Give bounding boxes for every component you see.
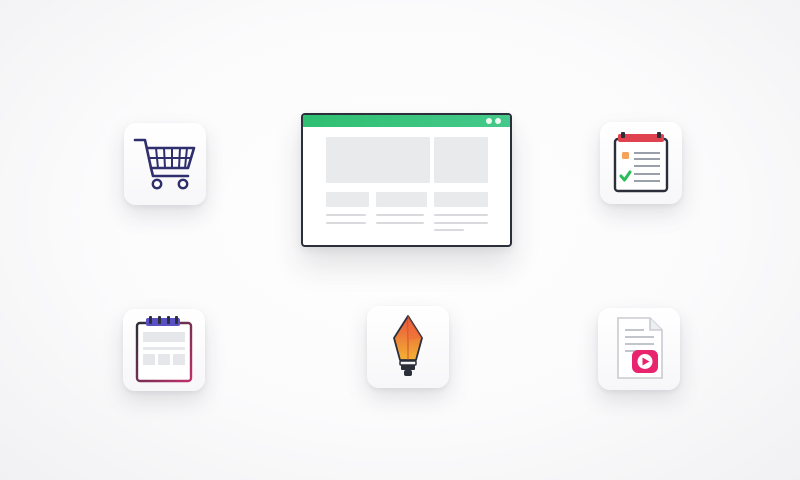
text-line [326, 214, 366, 216]
window-title-bar [303, 115, 510, 127]
text-line [326, 222, 366, 224]
notepad-tile[interactable] [123, 309, 205, 391]
checklist-clipboard-icon [613, 132, 669, 193]
text-line [434, 222, 488, 224]
card-placeholder [326, 192, 369, 207]
notepad-icon [135, 316, 193, 383]
text-line [434, 229, 464, 231]
video-document-icon [617, 317, 663, 379]
text-line [376, 214, 424, 216]
shopping-cart-icon [133, 138, 196, 190]
side-image-placeholder [434, 137, 488, 183]
checklist-tile[interactable] [600, 122, 682, 204]
text-line [434, 214, 488, 216]
card-placeholder [376, 192, 427, 207]
browser-window[interactable] [301, 113, 512, 247]
hero-image-placeholder [326, 137, 430, 183]
video-document-tile[interactable] [598, 308, 680, 390]
icon-showcase [0, 0, 800, 480]
card-placeholder [434, 192, 488, 207]
window-dot [486, 118, 492, 124]
text-line [376, 222, 424, 224]
shopping-cart-tile[interactable] [124, 123, 206, 205]
window-dot [495, 118, 501, 124]
pen-nib-icon [393, 315, 423, 376]
pen-tile[interactable] [367, 306, 449, 388]
